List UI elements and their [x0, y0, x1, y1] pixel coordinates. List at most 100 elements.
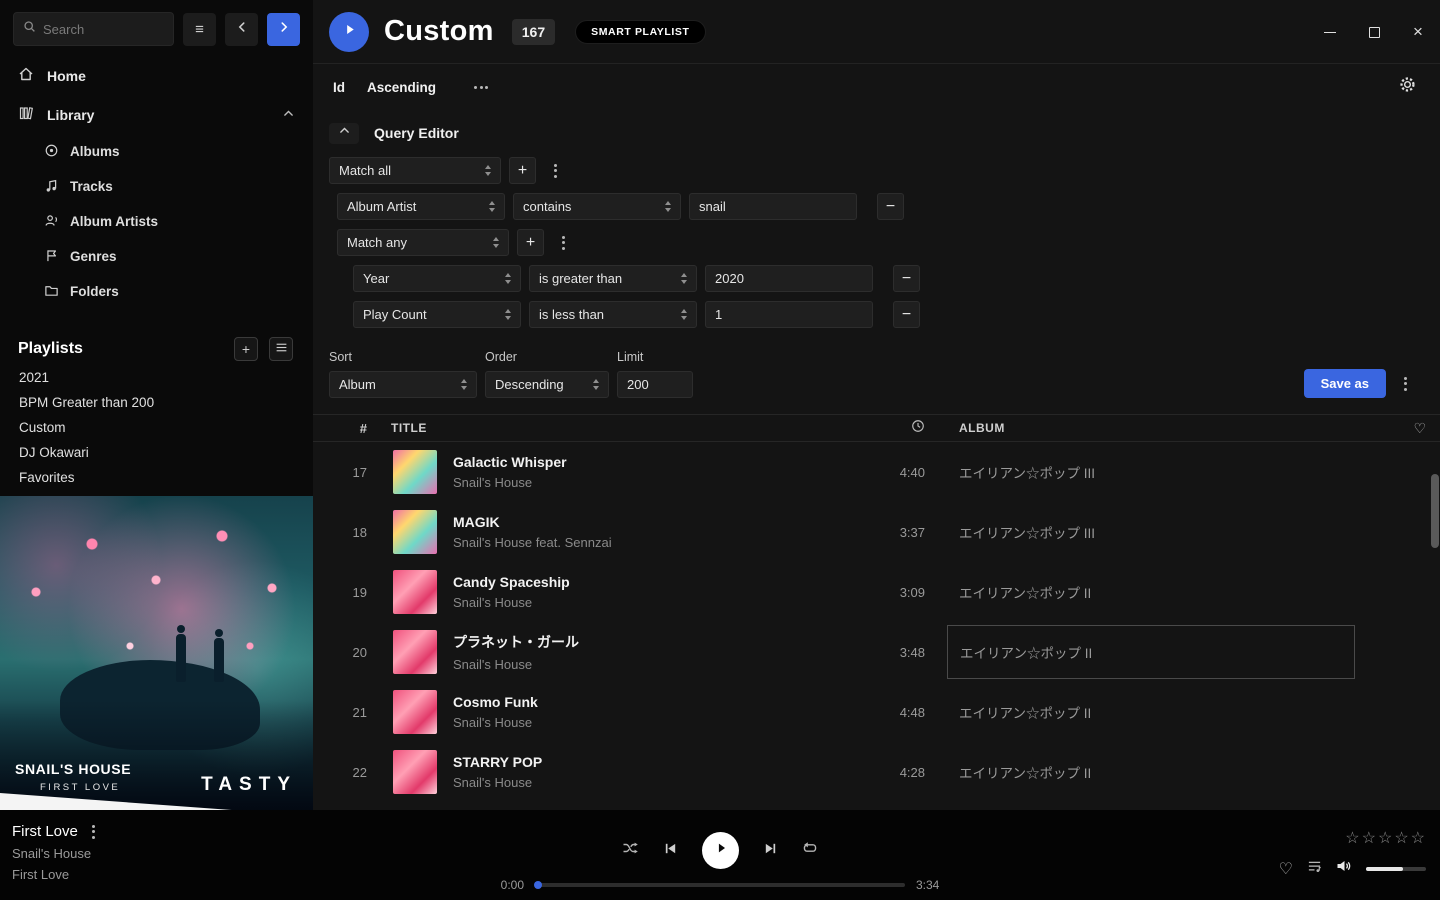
rule-value-field[interactable]	[705, 301, 873, 328]
track-menu-button[interactable]	[92, 825, 95, 839]
shuffle-button[interactable]	[622, 840, 639, 861]
sort-field-button[interactable]: Id	[333, 80, 345, 95]
minimize-icon	[1324, 32, 1336, 33]
search-box[interactable]	[13, 12, 174, 46]
spinner-icon	[681, 309, 687, 320]
add-playlist-button[interactable]: +	[234, 337, 258, 361]
col-duration[interactable]	[837, 419, 927, 438]
limit-field[interactable]	[617, 371, 693, 398]
sort-direction-button[interactable]: Ascending	[367, 80, 436, 95]
seek-bar[interactable]	[535, 883, 905, 887]
sidebar-item-genres[interactable]: Genres	[0, 239, 313, 274]
playlist-item[interactable]: Favorites	[0, 465, 313, 490]
track-title: MAGIK	[453, 514, 837, 530]
rule-field-select[interactable]: Year	[353, 265, 521, 292]
spinner-icon	[593, 379, 599, 390]
group-menu-button[interactable]	[552, 229, 574, 256]
rule-field-select[interactable]: Album Artist	[337, 193, 505, 220]
query-sort-select[interactable]: Album	[329, 371, 477, 398]
nav-back-button[interactable]	[225, 13, 258, 46]
tracks-icon	[44, 178, 59, 196]
playlist-view-button[interactable]	[269, 337, 293, 361]
rule-value-input[interactable]	[715, 307, 863, 322]
star-icon[interactable]: ☆	[1394, 828, 1409, 848]
favorite-button[interactable]: ♡	[1279, 859, 1293, 879]
remove-rule-button[interactable]: −	[893, 301, 920, 328]
order-label: Order	[485, 350, 609, 364]
sidebar-item-tracks[interactable]: Tracks	[0, 169, 313, 204]
collapse-library-icon[interactable]	[282, 107, 295, 123]
add-rule-button[interactable]: +	[517, 229, 544, 256]
rule-value-input[interactable]	[715, 271, 863, 286]
save-menu-button[interactable]	[1394, 369, 1416, 398]
group-menu-button[interactable]	[544, 157, 566, 184]
track-row[interactable]: 19 Candy Spaceship Snail's House 3:09 エイ…	[313, 562, 1440, 622]
track-album-focused-cell[interactable]: エイリアン☆ポップ II	[947, 625, 1355, 679]
volume-slider[interactable]	[1366, 867, 1426, 871]
track-duration: 4:28	[837, 765, 927, 780]
play-playlist-button[interactable]	[329, 12, 369, 52]
col-title[interactable]: TITLE	[377, 421, 837, 435]
spinner-icon	[665, 201, 671, 212]
rule-value-field[interactable]	[705, 265, 873, 292]
playlist-item[interactable]: BPM Greater than 200	[0, 390, 313, 415]
remove-rule-button[interactable]: −	[893, 265, 920, 292]
col-index[interactable]: #	[313, 421, 377, 436]
nav-forward-button[interactable]	[267, 13, 300, 46]
next-button[interactable]	[763, 841, 778, 861]
artwork-figure	[214, 638, 224, 682]
sidebar-item-home[interactable]: Home	[0, 56, 313, 95]
menu-button[interactable]: ≡	[183, 13, 216, 46]
col-favorite[interactable]: ♡	[1389, 420, 1440, 437]
rule-value-input[interactable]	[699, 199, 847, 214]
close-button[interactable]: ×	[1396, 10, 1440, 54]
rule-value-field[interactable]	[689, 193, 857, 220]
rule-operator-select[interactable]: is greater than	[529, 265, 697, 292]
match-mode-select[interactable]: Match all	[329, 157, 501, 184]
queue-button[interactable]	[1307, 859, 1322, 879]
track-row[interactable]: 17 Galactic Whisper Snail's House 4:40 エ…	[313, 442, 1440, 502]
rule-operator-select[interactable]: is less than	[529, 301, 697, 328]
maximize-button[interactable]	[1352, 10, 1396, 54]
star-icon[interactable]: ☆	[1378, 828, 1393, 848]
star-icon[interactable]: ☆	[1362, 828, 1377, 848]
play-icon	[342, 22, 357, 42]
add-rule-button[interactable]: +	[509, 157, 536, 184]
minimize-button[interactable]	[1308, 10, 1352, 54]
sidebar-item-albums[interactable]: Albums	[0, 134, 313, 169]
repeat-button[interactable]	[802, 840, 818, 861]
track-duration: 3:37	[837, 525, 927, 540]
playlist-item[interactable]: DJ Okawari	[0, 440, 313, 465]
sidebar-item-folders[interactable]: Folders	[0, 274, 313, 309]
rule-field-select[interactable]: Play Count	[353, 301, 521, 328]
match-mode-select[interactable]: Match any	[337, 229, 509, 256]
col-album[interactable]: ALBUM	[927, 421, 1389, 435]
previous-button[interactable]	[663, 841, 678, 861]
remove-rule-button[interactable]: −	[877, 193, 904, 220]
play-pause-button[interactable]	[702, 832, 739, 869]
query-order-select[interactable]: Descending	[485, 371, 609, 398]
search-input[interactable]	[43, 22, 153, 37]
playlist-item[interactable]: Custom	[0, 415, 313, 440]
star-icon[interactable]: ☆	[1345, 828, 1360, 848]
mute-button[interactable]	[1336, 858, 1352, 879]
playlist-item[interactable]: 2021	[0, 365, 313, 390]
collapse-query-editor-button[interactable]	[329, 123, 359, 144]
track-row[interactable]: 18 MAGIK Snail's House feat. Sennzai 3:3…	[313, 502, 1440, 562]
sidebar-item-album-artists[interactable]: Album Artists	[0, 204, 313, 239]
col-title-label: TITLE	[391, 421, 837, 435]
meatball-icon[interactable]	[474, 86, 488, 89]
playhead[interactable]	[534, 881, 542, 889]
track-row[interactable]: 21 Cosmo Funk Snail's House 4:48 エイリアン☆ポ…	[313, 682, 1440, 742]
star-icon[interactable]: ☆	[1411, 828, 1426, 848]
home-icon	[18, 66, 34, 85]
save-as-button[interactable]: Save as	[1304, 369, 1386, 398]
spinner-icon	[493, 237, 499, 248]
track-row[interactable]: 22 STARRY POP Snail's House 4:28 エイリアン☆ポ…	[313, 742, 1440, 802]
track-row[interactable]: 20 プラネット・ガール Snail's House 3:48 エイリアン☆ポッ…	[313, 622, 1440, 682]
scrollbar-thumb[interactable]	[1431, 474, 1439, 548]
rule-operator-select[interactable]: contains	[513, 193, 681, 220]
settings-button[interactable]	[1399, 76, 1416, 98]
sidebar-item-library[interactable]: Library	[0, 95, 313, 134]
limit-input[interactable]	[627, 377, 683, 392]
